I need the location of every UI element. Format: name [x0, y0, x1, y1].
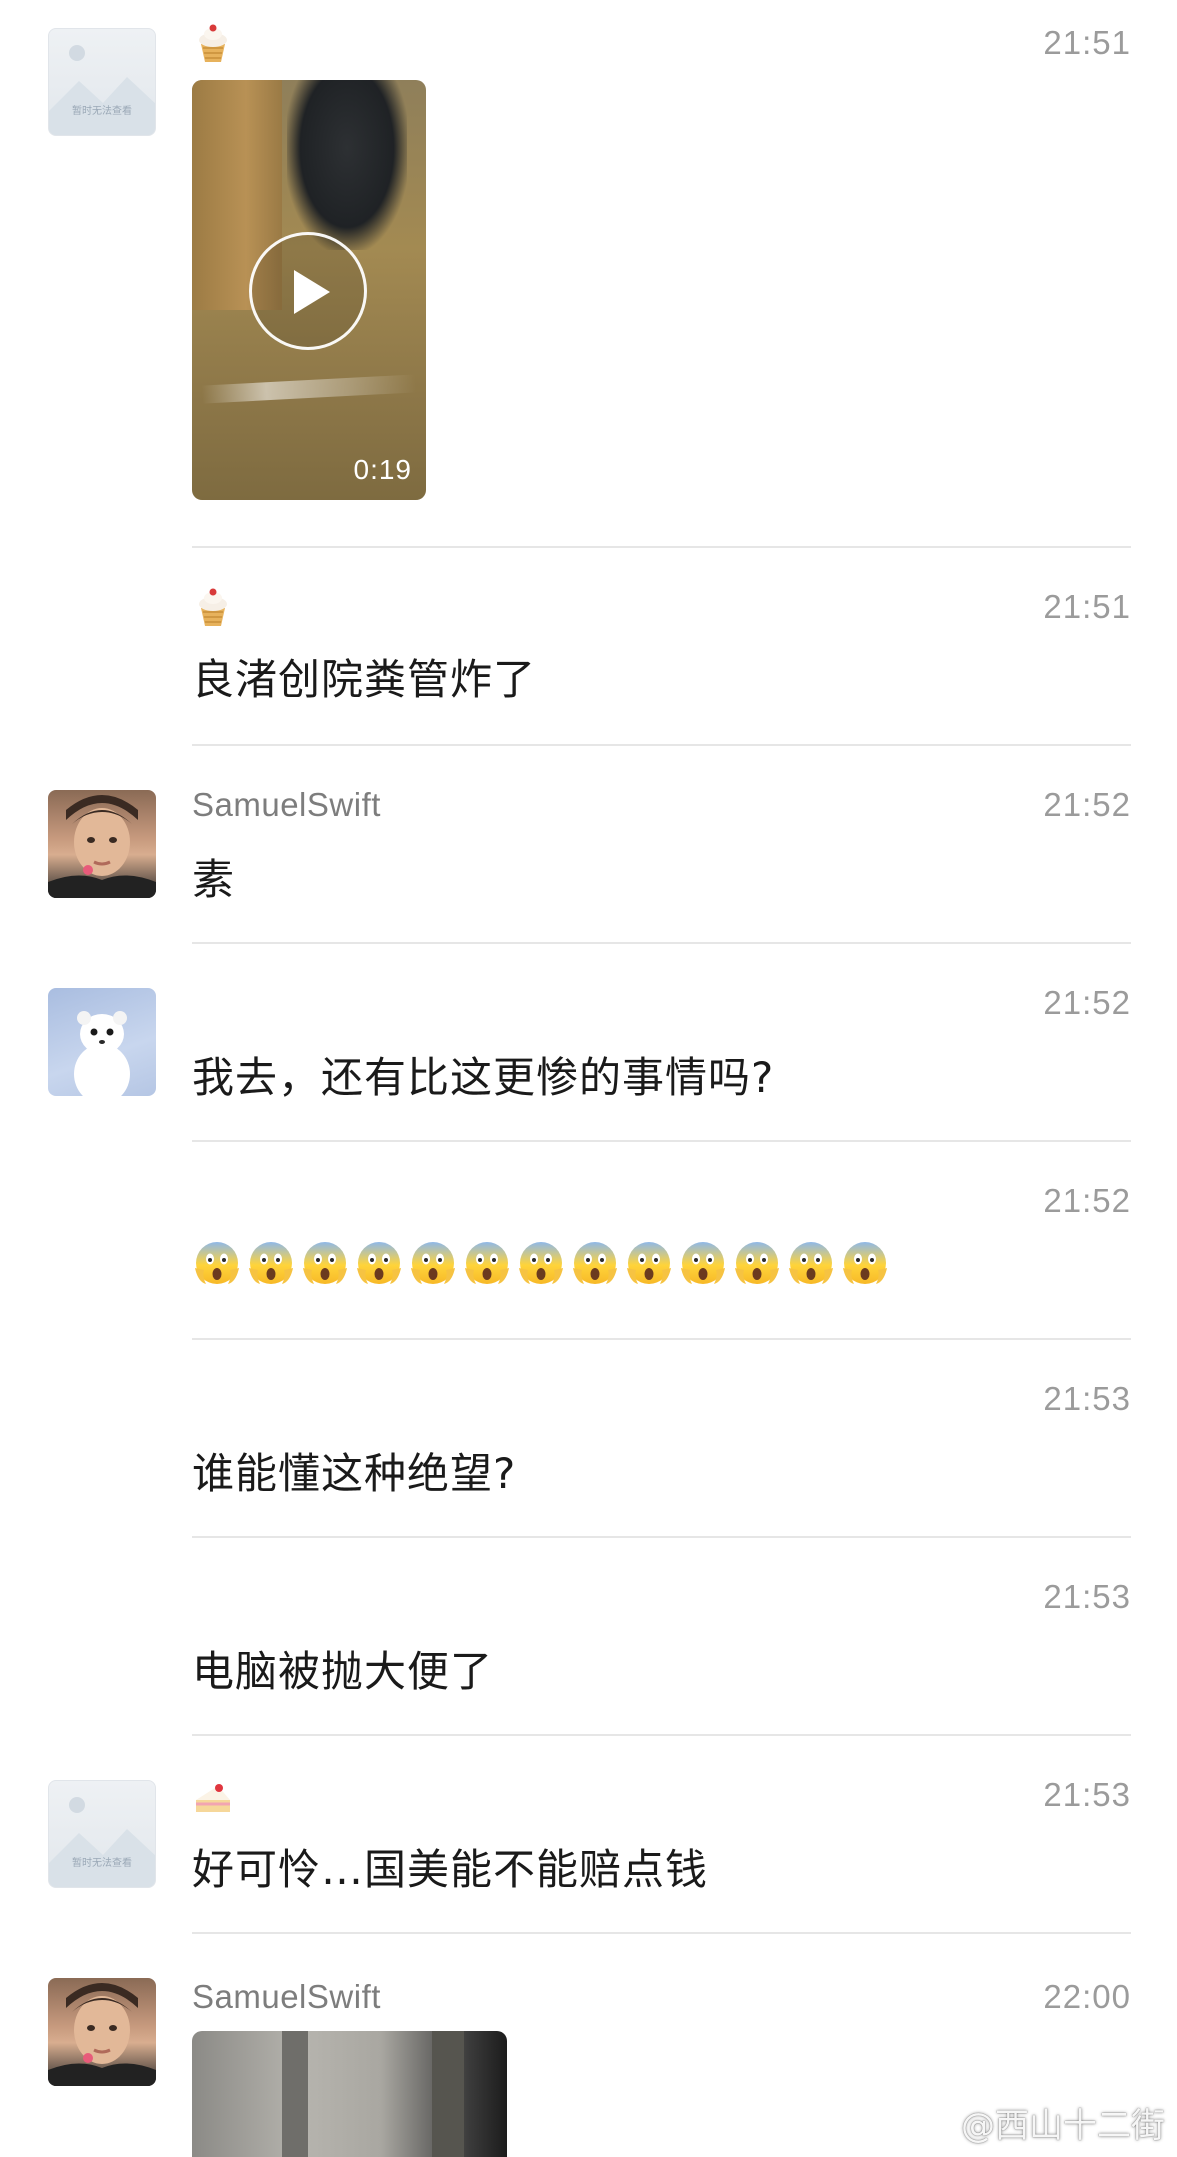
divider [192, 1536, 1131, 1538]
face-screaming-in-fear-emoji [195, 1242, 239, 1284]
message-text: 电脑被抛大便了 [192, 1647, 494, 1696]
divider [192, 1932, 1131, 1934]
face-screaming-in-fear-emoji [519, 1242, 563, 1284]
video-duration: 0:19 [353, 454, 412, 485]
avatar-man-portrait[interactable] [48, 790, 156, 898]
white-ferret-icon [74, 1011, 130, 1096]
message-text: 好可怜…国美能不能赔点钱 [192, 1845, 709, 1894]
divider [192, 942, 1131, 944]
message-time: 21:52 [1043, 786, 1131, 823]
face-screaming-in-fear-emoji [627, 1242, 671, 1284]
sender-name[interactable]: SamuelSwift [192, 1978, 381, 2016]
man-portrait-icon [48, 1983, 156, 2086]
face-screaming-in-fear-emoji [465, 1242, 509, 1284]
image-unavailable-caption: 暂时无法查看 [72, 1858, 132, 1869]
watermark: @西山十二街 [911, 2098, 1165, 2147]
face-screaming-in-fear-emoji [573, 1242, 617, 1284]
divider [192, 744, 1131, 746]
play-button[interactable] [249, 232, 367, 350]
face-screaming-in-fear-emoji [249, 1242, 293, 1284]
divider [192, 1140, 1131, 1142]
avatar-image-unavailable[interactable]: 暂时无法查看 [48, 28, 156, 136]
message-time: 21:51 [1043, 588, 1131, 625]
avatar-white-ferret[interactable] [48, 988, 156, 1096]
face-screaming-in-fear-emoji [681, 1242, 725, 1284]
man-portrait-icon [48, 795, 156, 898]
shortcake-emoji-icon [196, 1784, 230, 1812]
image-message[interactable] [192, 2031, 507, 2157]
message-text: 我去，还有比这更惨的事情吗? [192, 1053, 775, 1102]
face-screaming-in-fear-emoji [735, 1242, 779, 1284]
message-time: 21:53 [1043, 1578, 1131, 1615]
face-screaming-in-fear-emoji [303, 1242, 347, 1284]
image-placeholder-icon [49, 1797, 155, 1887]
play-icon [294, 270, 330, 314]
avatar-image-unavailable[interactable]: 暂时无法查看 [48, 1780, 156, 1888]
message-text: 素 [192, 855, 236, 904]
divider [192, 1338, 1131, 1340]
message-time: 21:52 [1043, 1182, 1131, 1219]
message-time: 21:51 [1043, 24, 1131, 61]
message-text: 谁能懂这种绝望? [192, 1449, 517, 1498]
divider [192, 546, 1131, 548]
weibo-logo-icon [912, 2108, 953, 2138]
image-placeholder-icon [49, 45, 155, 135]
message-time: 22:00 [1043, 1978, 1131, 2015]
message-text: 良渚创院粪管炸了 [192, 655, 537, 704]
sender-name[interactable]: SamuelSwift [192, 786, 381, 824]
image-unavailable-caption: 暂时无法查看 [72, 106, 132, 117]
message-time: 21:53 [1043, 1380, 1131, 1417]
avatar-man-portrait[interactable] [48, 1978, 156, 2086]
face-screaming-in-fear-emoji [357, 1242, 401, 1284]
message-time: 21:53 [1043, 1776, 1131, 1813]
watermark-text: @西山十二街 [961, 2106, 1165, 2146]
video-message[interactable]: 0:19 [192, 80, 426, 500]
message-time: 21:52 [1043, 984, 1131, 1021]
divider [192, 1734, 1131, 1736]
face-screaming-in-fear-emoji [411, 1242, 455, 1284]
face-screaming-in-fear-emoji [789, 1242, 833, 1284]
emoji-message [192, 1238, 890, 1288]
face-screaming-in-fear-emoji [843, 1242, 887, 1284]
cupcake-emoji-icon [199, 24, 227, 62]
cupcake-emoji-icon [199, 588, 227, 626]
